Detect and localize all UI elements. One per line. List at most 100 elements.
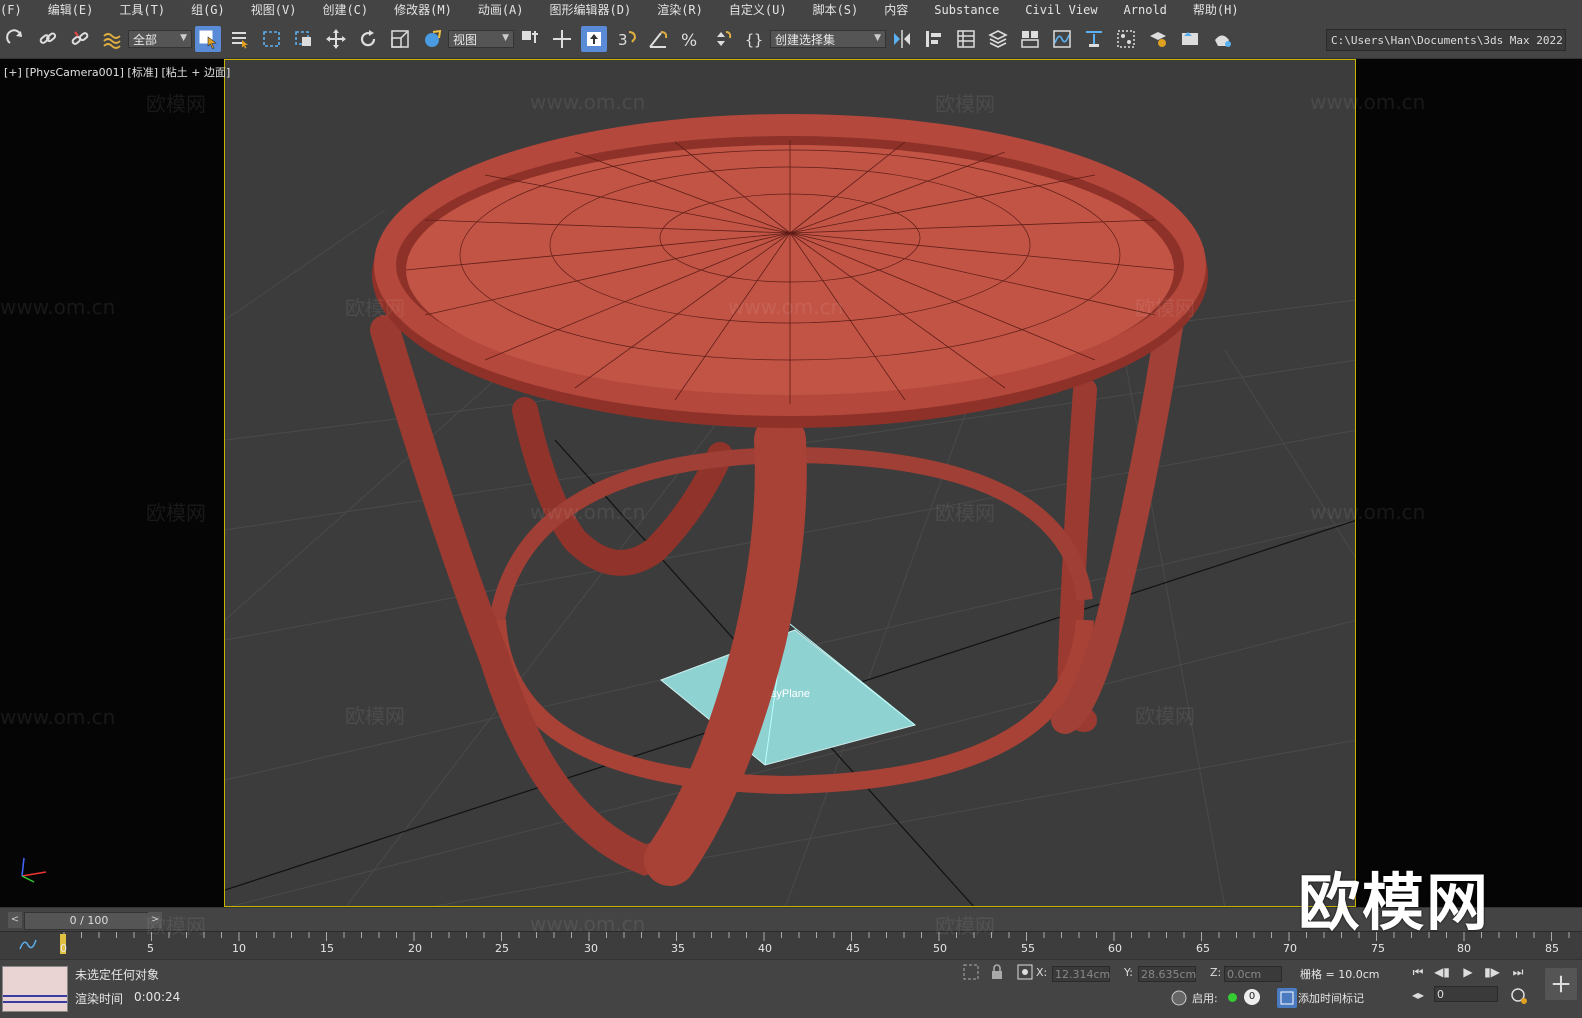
absolute-mode-icon[interactable] (1015, 962, 1035, 982)
status-indicator-dot (1228, 993, 1237, 1002)
next-frame-icon[interactable]: ▮▶ (1482, 963, 1502, 981)
window-crossing-icon[interactable] (291, 26, 317, 52)
viewport-letterbox-left (0, 59, 224, 907)
tick-label: 75 (1371, 942, 1385, 955)
time-tag-icon[interactable] (1277, 988, 1297, 1008)
named-selection-dropdown[interactable]: 创建选择集 ▼ (770, 30, 886, 48)
enable-count-badge[interactable]: 0 (1244, 989, 1260, 1005)
tick-label: 20 (408, 942, 422, 955)
menu-views[interactable]: 视图(V) (251, 0, 297, 20)
named-selection-value: 创建选择集 (775, 32, 836, 47)
previous-frame-icon[interactable]: ◀▮ (1432, 963, 1452, 981)
watermark-cn: 欧模网 (935, 914, 995, 938)
schematic-view-icon[interactable] (1081, 26, 1107, 52)
lock-selection-icon[interactable] (987, 962, 1007, 982)
watermark-cn: 欧模网 (146, 92, 206, 116)
camera-viewport[interactable]: VRayPlane (224, 59, 1356, 907)
tick-label: 10 (232, 942, 246, 955)
menu-rendering[interactable]: 渲染(R) (657, 0, 703, 20)
time-configuration-icon[interactable] (1509, 986, 1529, 1006)
select-by-name-icon[interactable] (227, 26, 253, 52)
snaps-toggle-icon[interactable]: 3 (613, 26, 639, 52)
reference-coordinate-dropdown[interactable]: 视图 ▼ (448, 30, 514, 48)
rendered-frame-window-icon[interactable] (1177, 26, 1203, 52)
frame-spinner-arrows-icon[interactable]: ◂▸ (1408, 986, 1428, 1004)
keyboard-shortcut-toggle-icon[interactable] (581, 26, 607, 52)
watermark-cn: 欧模网 (1135, 704, 1195, 728)
menu-file[interactable]: (F) (0, 0, 22, 20)
render-production-icon[interactable] (1209, 26, 1235, 52)
menu-content[interactable]: 内容 (884, 0, 908, 20)
unlink-icon[interactable] (67, 26, 93, 52)
menu-tools[interactable]: 工具(T) (119, 0, 165, 20)
time-slider-thumb[interactable]: 0 / 100 (24, 912, 154, 930)
time-slider-prev-button[interactable]: < (8, 912, 22, 928)
maxscript-mini-listener[interactable] (2, 966, 68, 1012)
x-coord-label: X: (1036, 966, 1048, 979)
go-to-start-icon[interactable]: ⏮ (1408, 963, 1428, 981)
viewport-standard-menu[interactable]: [标准] (127, 66, 158, 79)
watermark-site: www.om.cn (530, 500, 646, 524)
angle-snap-icon[interactable] (645, 26, 671, 52)
add-time-tag-text[interactable]: 添加时间标记 (1298, 990, 1364, 1006)
tick-label: 50 (933, 942, 947, 955)
layer-explorer-icon[interactable] (985, 26, 1011, 52)
spinner-snap-icon[interactable] (709, 26, 735, 52)
render-time-value: 0:00:24 (134, 990, 181, 1004)
scene-explorer-icon[interactable] (953, 26, 979, 52)
material-editor-icon[interactable] (1113, 26, 1139, 52)
menu-bar: (F) 编辑(E) 工具(T) 组(G) 视图(V) 创建(C) 修改器(M) … (0, 0, 1582, 20)
adaptive-degradation-icon[interactable] (1169, 988, 1189, 1008)
rotate-icon[interactable] (355, 26, 381, 52)
x-coord-field[interactable]: 12.314cm (1052, 966, 1110, 982)
scale-icon[interactable] (387, 26, 413, 52)
viewport-scene: VRayPlane (225, 114, 1355, 906)
menu-create[interactable]: 创建(C) (322, 0, 368, 20)
isolate-selection-icon[interactable] (961, 962, 981, 982)
bind-space-warp-icon[interactable] (99, 26, 125, 52)
mirror-icon[interactable] (889, 26, 915, 52)
menu-arnold[interactable]: Arnold (1124, 0, 1167, 20)
viewport-shading-menu[interactable]: [粘土 + 边面] (162, 66, 231, 79)
menu-civil-view[interactable]: Civil View (1025, 0, 1097, 20)
menu-group[interactable]: 组(G) (191, 0, 225, 20)
z-coord-field[interactable]: 0.0cm (1224, 966, 1282, 982)
placement-icon[interactable] (419, 26, 445, 52)
menu-animation[interactable]: 动画(A) (478, 0, 524, 20)
menu-modifiers[interactable]: 修改器(M) (394, 0, 452, 20)
menu-help[interactable]: 帮助(H) (1193, 0, 1239, 20)
link-icon[interactable] (35, 26, 61, 52)
pivot-center-icon[interactable] (517, 26, 543, 52)
y-coord-field[interactable]: 28.635cm (1138, 966, 1196, 982)
zoom-extents-all-icon[interactable] (1545, 968, 1577, 1000)
go-to-end-icon[interactable]: ⏭ (1508, 963, 1528, 981)
align-icon[interactable] (921, 26, 947, 52)
current-frame-field[interactable]: 0 (1434, 986, 1498, 1002)
menu-graph-editors[interactable]: 图形编辑器(D) (550, 0, 632, 20)
tick-label: 70 (1283, 942, 1297, 955)
viewport-label-menu[interactable]: [+] [PhysCamera001] [标准] [粘土 + 边面] (4, 64, 230, 80)
menu-edit[interactable]: 编辑(E) (48, 0, 94, 20)
percent-snap-icon[interactable]: % (677, 26, 703, 52)
menu-substance[interactable]: Substance (934, 0, 999, 20)
render-setup-icon[interactable] (1145, 26, 1171, 52)
redo-icon[interactable] (3, 26, 29, 52)
play-icon[interactable]: ▶ (1458, 963, 1478, 981)
tick-label: 5 (147, 942, 154, 955)
selection-filter-dropdown[interactable]: 全部 ▼ (128, 30, 192, 48)
mini-curve-editor-icon[interactable] (18, 936, 38, 952)
select-object-icon[interactable] (195, 26, 221, 52)
viewport-general-menu[interactable]: [+] (4, 66, 22, 79)
tick-label: 35 (671, 942, 685, 955)
edit-named-selection-icon[interactable]: {} (741, 26, 767, 52)
curve-editor-icon[interactable] (1049, 26, 1075, 52)
render-time-label: 渲染时间 (75, 992, 124, 1006)
menu-scripting[interactable]: 脚本(S) (813, 0, 859, 20)
rectangular-selection-icon[interactable] (259, 26, 285, 52)
menu-customize[interactable]: 自定义(U) (729, 0, 787, 20)
toggle-ribbon-icon[interactable] (1017, 26, 1043, 52)
move-icon[interactable] (323, 26, 349, 52)
select-manipulate-icon[interactable] (549, 26, 575, 52)
project-path-field[interactable]: C:\Users\Han\Documents\3ds Max 2022 (1326, 29, 1566, 51)
viewport-point-of-view-menu[interactable]: [PhysCamera001] (25, 66, 124, 79)
